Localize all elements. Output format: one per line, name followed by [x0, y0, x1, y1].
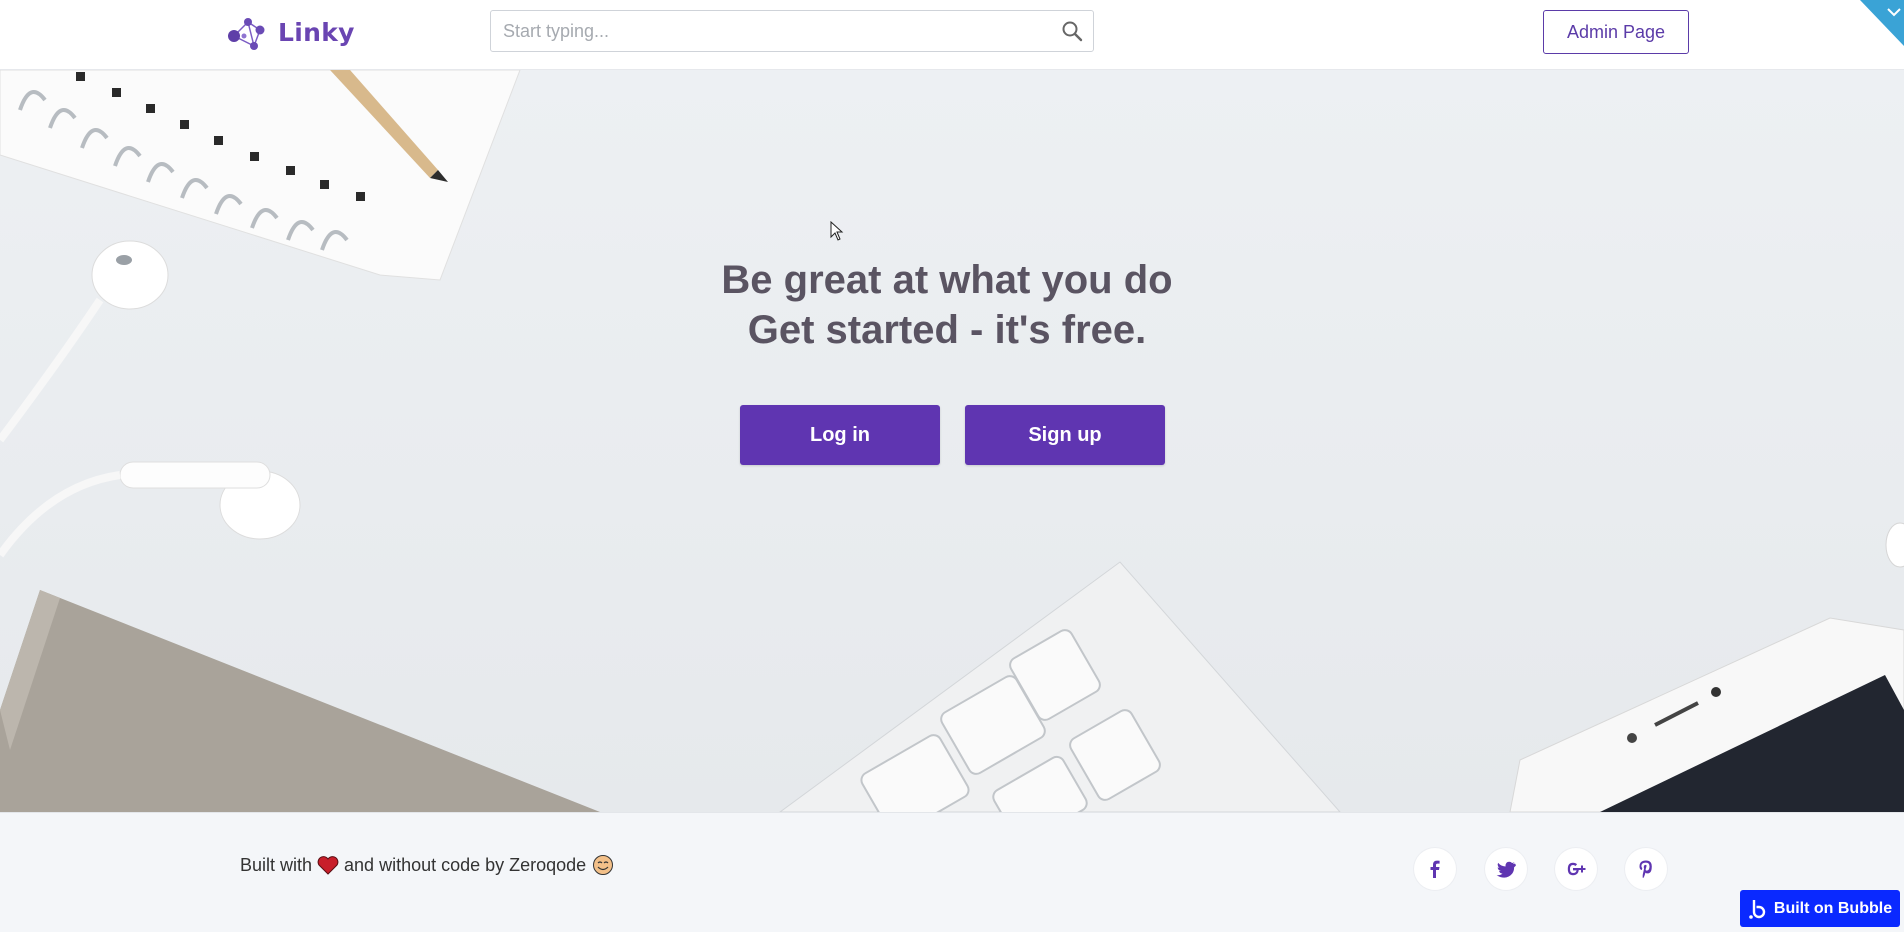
built-with-text: Built with — [240, 854, 313, 875]
facebook-link[interactable] — [1414, 848, 1456, 890]
without-code-text[interactable]: and without code by Zeroqode — [344, 855, 586, 876]
hero-background-image — [0, 70, 1904, 812]
smile-emoji-icon — [593, 855, 614, 875]
built-on-bubble-badge[interactable]: Built on Bubble — [1740, 890, 1900, 927]
headline-line-2: Get started - it's free. — [747, 308, 1147, 352]
hero-headline: Be great at what you do Get started - it… — [0, 255, 1894, 355]
linky-logo-icon — [228, 18, 265, 50]
twitter-link[interactable] — [1485, 848, 1527, 890]
google-plus-icon — [1567, 862, 1586, 876]
mouse-cursor-icon — [830, 221, 844, 241]
signup-button[interactable]: Sign up — [965, 405, 1165, 465]
bubble-logo-icon — [1749, 899, 1766, 919]
search-icon[interactable] — [1061, 20, 1083, 42]
google-plus-link[interactable] — [1555, 848, 1597, 890]
corner-dropdown-tab[interactable] — [1852, 0, 1904, 46]
twitter-icon — [1496, 861, 1516, 878]
heart-icon — [317, 856, 339, 875]
search-input[interactable] — [491, 11, 1043, 51]
logo-text: Linky — [278, 17, 355, 47]
facebook-icon — [1430, 860, 1440, 878]
login-button[interactable]: Log in — [740, 405, 940, 465]
pinterest-icon — [1639, 860, 1652, 878]
footer: Built with and without code by Zeroqode — [0, 812, 1904, 932]
pinterest-link[interactable] — [1625, 848, 1667, 890]
headline-line-1: Be great at what you do — [721, 258, 1173, 302]
footer-credit: Built with and without code by Zeroqode — [240, 854, 614, 876]
logo[interactable]: Linky — [224, 10, 355, 54]
top-navbar: Linky Admin Page — [0, 0, 1904, 70]
admin-page-button[interactable]: Admin Page — [1543, 10, 1689, 54]
search-box — [490, 10, 1094, 52]
bubble-badge-label: Built on Bubble — [1773, 899, 1893, 917]
hero-section: Be great at what you do Get started - it… — [0, 70, 1904, 812]
